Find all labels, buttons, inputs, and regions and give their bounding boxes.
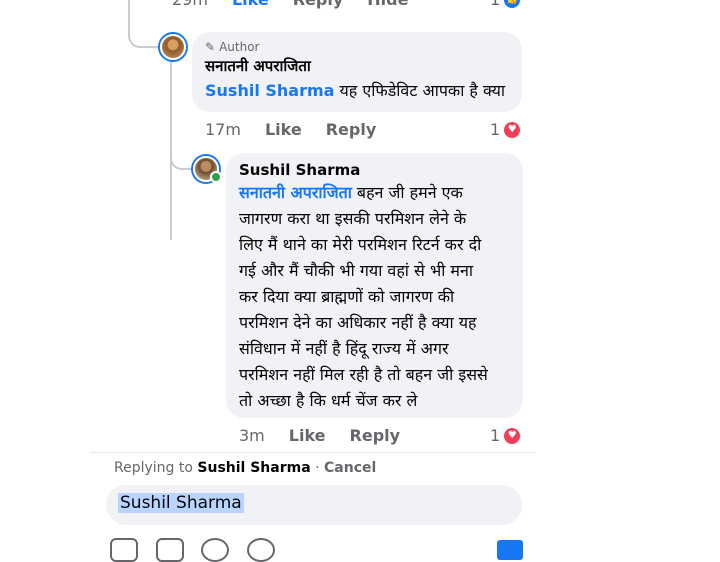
- like-icon: 👍: [504, 0, 521, 8]
- divider: [90, 452, 536, 453]
- like-button[interactable]: Like: [265, 120, 302, 139]
- mention-link[interactable]: Sushil Sharma: [205, 81, 334, 100]
- like-button[interactable]: Like: [289, 426, 326, 445]
- avatar[interactable]: [160, 34, 186, 60]
- comment-text: Sushil Sharma यह एफिडेविट आपका है क्या: [205, 81, 505, 100]
- reply-button[interactable]: Reply: [350, 426, 401, 445]
- reaction-count[interactable]: 1 ♥: [490, 426, 521, 445]
- top-comment-actions: 29m Like Reply Hide: [172, 0, 432, 9]
- author-badge: ✎ Author: [205, 40, 260, 54]
- comment-actions: 17m Like Reply: [205, 120, 400, 139]
- like-button[interactable]: Like: [232, 0, 269, 9]
- online-status-dot: [210, 171, 222, 183]
- hide-button[interactable]: Hide: [367, 0, 408, 9]
- reply-button[interactable]: Reply: [326, 120, 377, 139]
- reaction-count[interactable]: 1 ♥: [490, 120, 521, 139]
- camera-icon[interactable]: [110, 538, 138, 562]
- comment-time: 29m: [172, 0, 208, 9]
- thread-line: [170, 140, 194, 170]
- pencil-icon: ✎: [205, 40, 216, 54]
- thread-line: [128, 0, 164, 48]
- comment-text: सनातनी अपराजिता बहन जी हमने एक जागरण करा…: [239, 183, 488, 410]
- reaction-count[interactable]: 1 👍: [490, 0, 521, 9]
- sticker-icon[interactable]: [247, 538, 275, 562]
- comment-time: 3m: [239, 426, 265, 445]
- comment-time: 17m: [205, 120, 241, 139]
- comment-bubble: Sushil Sharma सनातनी अपराजिता बहन जी हमन…: [226, 153, 523, 418]
- cancel-button[interactable]: Cancel: [324, 460, 376, 476]
- comment-input[interactable]: Sushil Sharma: [106, 485, 522, 525]
- mention-link[interactable]: सनातनी अपराजिता: [239, 183, 352, 202]
- input-selected-text[interactable]: Sushil Sharma: [118, 493, 244, 513]
- heart-icon: ♥: [504, 427, 521, 444]
- replying-to-name: Sushil Sharma: [197, 460, 311, 476]
- comment-bubble: ✎ Author सनातनी अपराजिता Sushil Sharma य…: [192, 32, 522, 112]
- comment-actions: 3m Like Reply: [239, 426, 424, 445]
- commenter-name[interactable]: सनातनी अपराजिता: [205, 56, 311, 76]
- send-icon[interactable]: [497, 540, 523, 560]
- gif-icon[interactable]: [156, 538, 184, 562]
- commenter-name[interactable]: Sushil Sharma: [239, 161, 360, 179]
- emoji-icon[interactable]: [201, 538, 229, 562]
- heart-icon: ♥: [504, 121, 521, 138]
- reply-button[interactable]: Reply: [293, 0, 344, 9]
- replying-to-bar: Replying to Sushil Sharma · Cancel: [114, 460, 377, 476]
